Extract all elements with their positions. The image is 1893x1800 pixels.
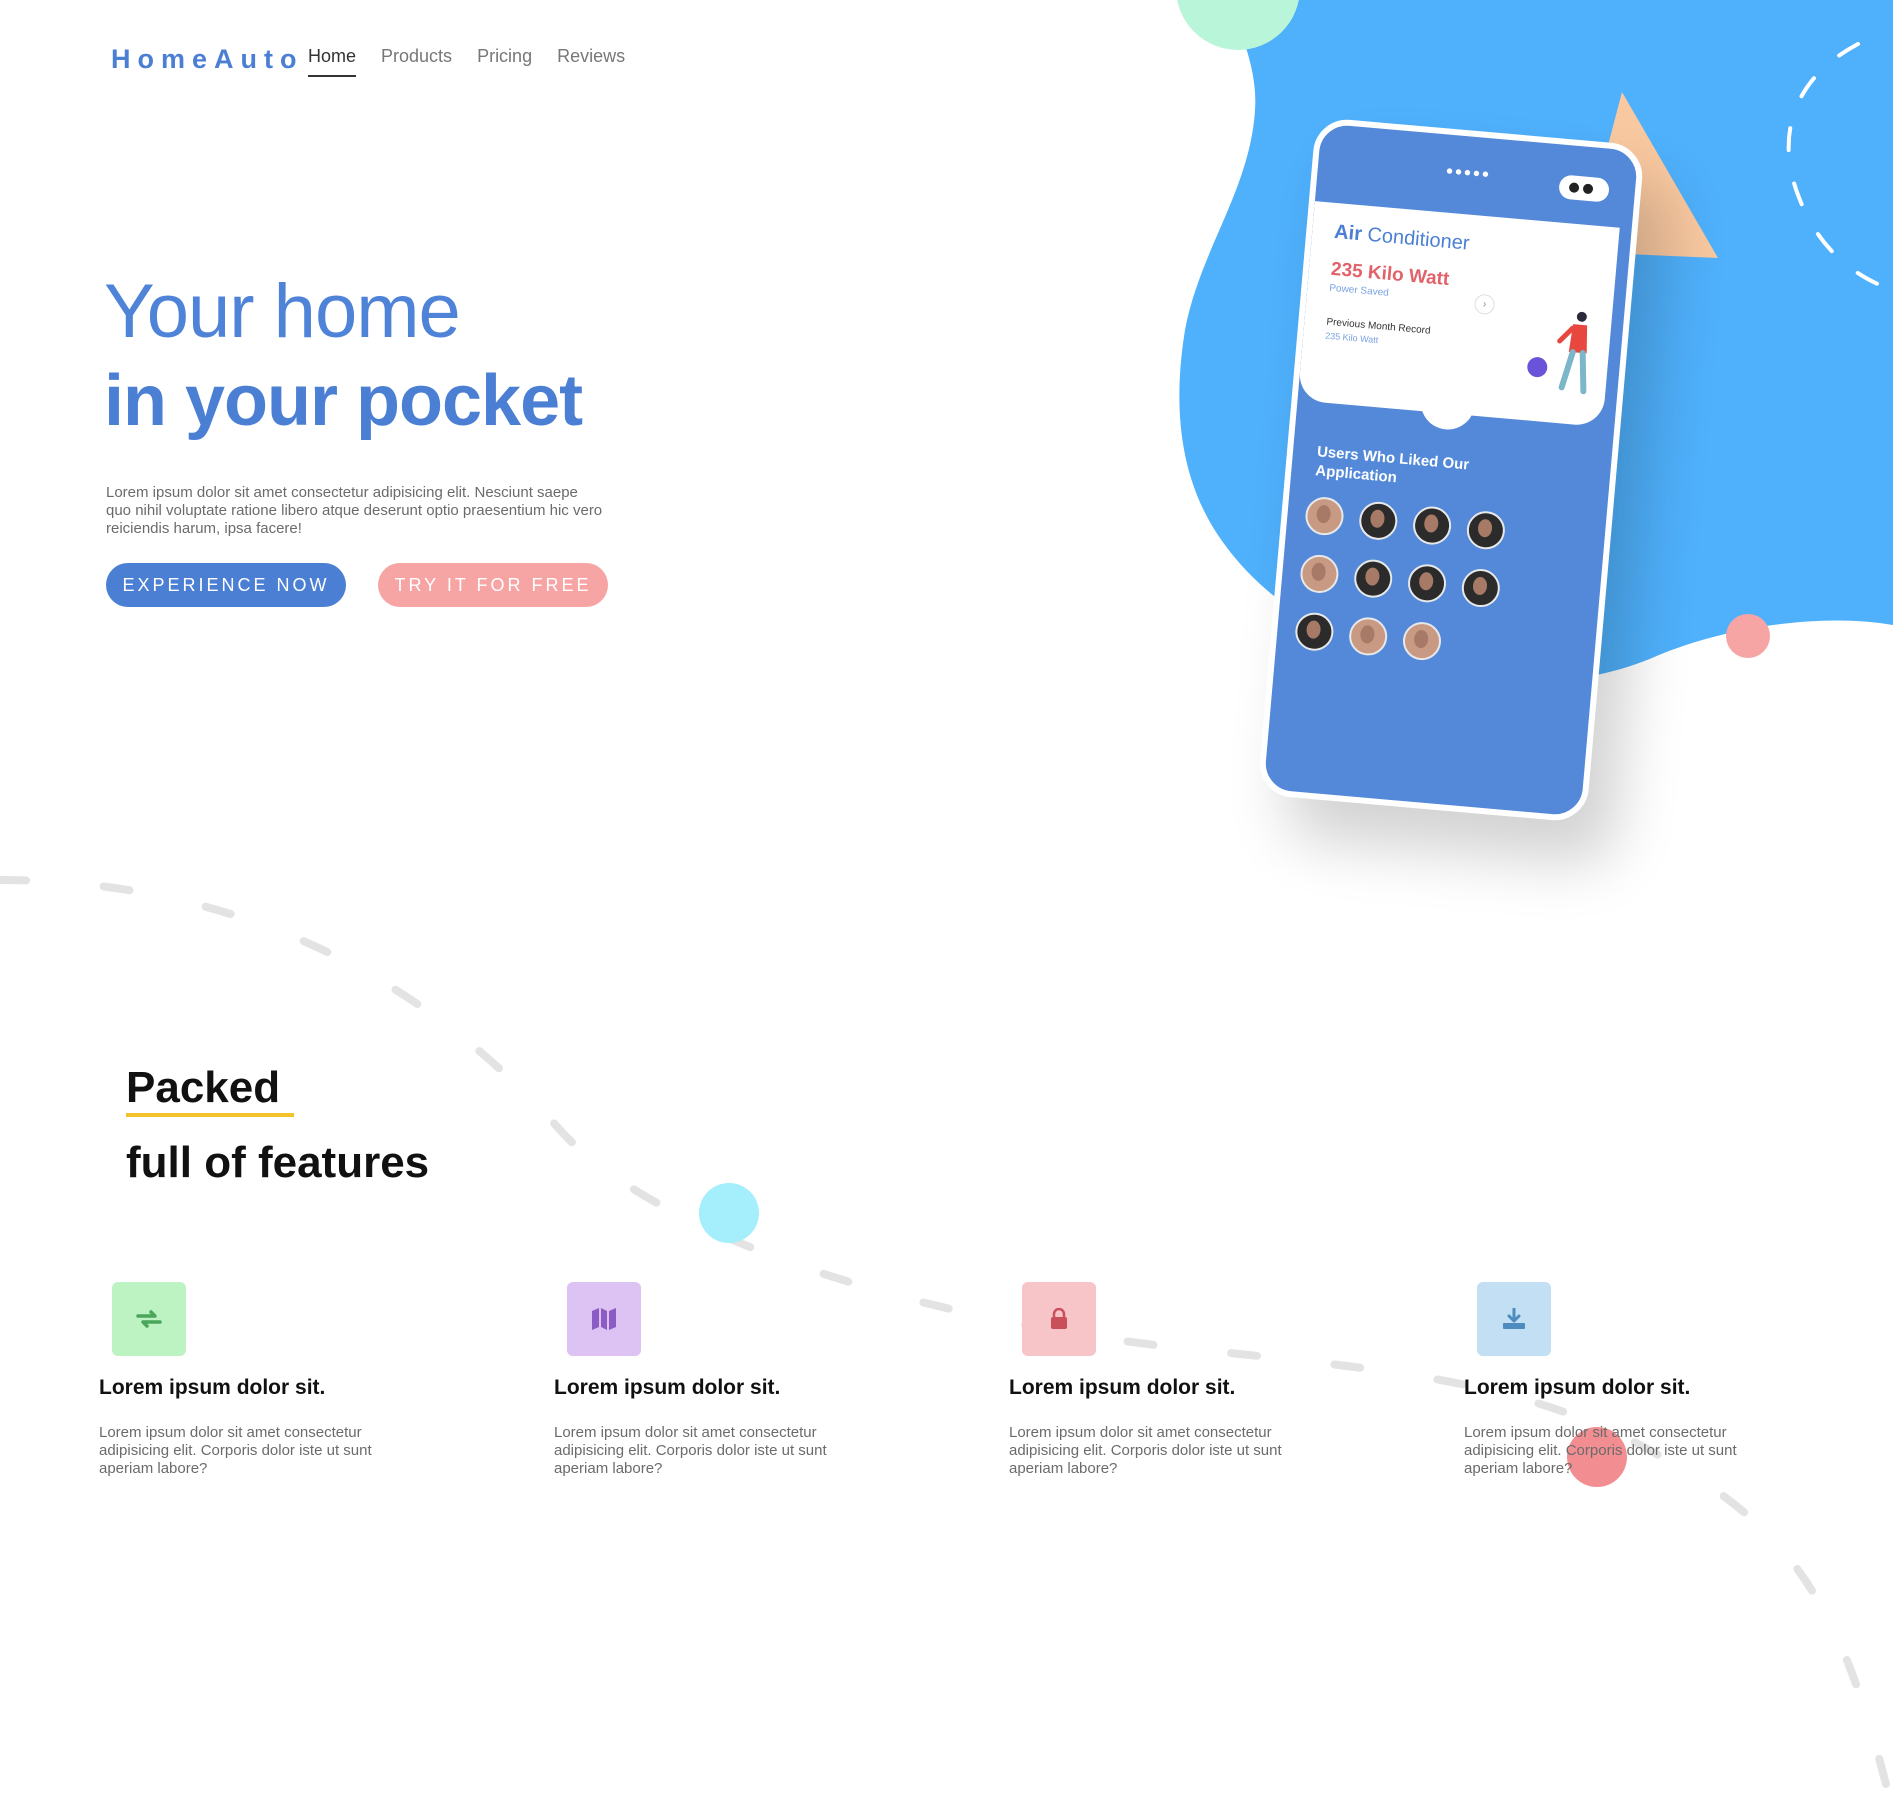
avatar	[1347, 615, 1389, 657]
phone-mockup: ••••• Air Conditioner 235 Kilo Watt Powe…	[1256, 116, 1646, 824]
nav-reviews[interactable]: Reviews	[557, 46, 625, 77]
feature-text: Lorem ipsum dolor sit amet consectetur a…	[554, 1424, 827, 1477]
phone-status-dots: •••••	[1445, 160, 1492, 187]
avatar	[1460, 567, 1502, 609]
avatar	[1298, 553, 1341, 595]
feature-title: Lorem ipsum dolor sit.	[1009, 1376, 1236, 1399]
feature-card: Lorem ipsum dolor sit. Lorem ipsum dolor…	[1464, 1282, 1764, 1478]
phone-card-notch	[1418, 397, 1476, 432]
feature-card: Lorem ipsum dolor sit. Lorem ipsum dolor…	[99, 1282, 399, 1478]
features-heading-line2: full of features	[126, 1138, 430, 1187]
nav-home[interactable]: Home	[308, 46, 357, 77]
feature-title: Lorem ipsum dolor sit.	[554, 1376, 781, 1399]
lock-icon	[1022, 1282, 1096, 1356]
hero-title-line1: Your home	[104, 269, 461, 354]
experience-now-button[interactable]: EXPERIENCE NOW	[106, 563, 346, 607]
hero-description: Lorem ipsum dolor sit amet consectetur a…	[106, 484, 603, 537]
logo[interactable]: HomeAuto	[111, 44, 304, 75]
hero-title-line2: in your pocket	[104, 361, 583, 441]
user-avatar-grid	[1293, 495, 1507, 667]
avatar	[1293, 611, 1335, 653]
avatar	[1401, 620, 1443, 662]
heading-underline	[126, 1113, 294, 1117]
avatar	[1406, 562, 1448, 604]
feature-card: Lorem ipsum dolor sit. Lorem ipsum dolor…	[1009, 1282, 1309, 1478]
person-illustration	[1557, 311, 1588, 395]
features-heading-line1: Packed	[126, 1063, 281, 1112]
feature-text: Lorem ipsum dolor sit amet consectetur a…	[1464, 1424, 1737, 1477]
feature-text: Lorem ipsum dolor sit amet consectetur a…	[1009, 1424, 1282, 1477]
feature-title: Lorem ipsum dolor sit.	[1464, 1376, 1691, 1399]
mint-circle	[1177, 0, 1299, 50]
nav-products[interactable]: Products	[381, 46, 452, 77]
repeat-icon	[112, 1282, 186, 1356]
ac-card-title: Air Conditioner	[1333, 220, 1471, 255]
try-free-button[interactable]: TRY IT FOR FREE	[378, 563, 608, 607]
download-icon	[1477, 1282, 1551, 1356]
avatar	[1411, 504, 1453, 547]
chevron-right-icon: ›	[1473, 293, 1496, 316]
purple-dot	[1526, 356, 1549, 378]
main-nav: Home Products Pricing Reviews	[308, 46, 625, 77]
map-icon	[567, 1282, 641, 1356]
feature-card: Lorem ipsum dolor sit. Lorem ipsum dolor…	[554, 1282, 854, 1478]
avatar	[1352, 558, 1394, 600]
avatar	[1303, 495, 1346, 537]
feature-title: Lorem ipsum dolor sit.	[99, 1376, 326, 1399]
pink-dot-hero	[1726, 614, 1770, 658]
phone-ac-card: Air Conditioner 235 Kilo Watt Power Save…	[1297, 201, 1620, 428]
nav-pricing[interactable]: Pricing	[477, 46, 532, 77]
cyan-dot	[699, 1183, 759, 1243]
users-liked-heading: Users Who Liked Our Application	[1314, 443, 1470, 487]
previous-month-value: 235 Kilo Watt	[1324, 330, 1379, 346]
phone-toggle	[1558, 174, 1610, 203]
avatar	[1465, 509, 1507, 551]
white-dashed-arc	[1786, 42, 1882, 287]
avatar	[1357, 500, 1399, 542]
feature-text: Lorem ipsum dolor sit amet consectetur a…	[99, 1424, 372, 1477]
